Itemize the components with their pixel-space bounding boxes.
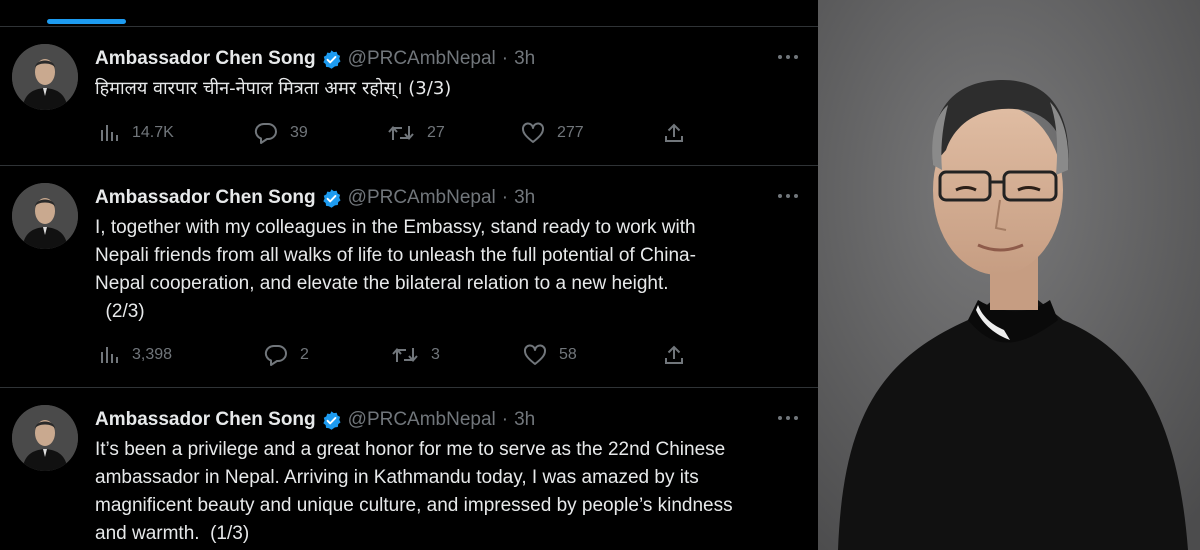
tweet[interactable]: Ambassador Chen Song @PRCAmbNepal · 3h ह… xyxy=(0,27,818,166)
share-upload-icon xyxy=(665,123,683,142)
tweet-text-line: Nepal cooperation, and elevate the bilat… xyxy=(95,273,669,294)
retweet-count: 27 xyxy=(427,124,445,141)
more-dots-icon[interactable] xyxy=(775,186,801,206)
speech-bubble-icon xyxy=(254,122,277,144)
bar-chart-icon xyxy=(101,125,118,141)
tweet-text: It’s been a privilege and a great honor … xyxy=(95,436,800,548)
retweet-arrows-icon xyxy=(392,347,418,363)
reply-button[interactable]: 39 xyxy=(254,122,308,144)
views-count: 3,398 xyxy=(132,346,173,363)
like-count: 58 xyxy=(559,346,577,363)
tweet-text-line: I, together with my colleagues in the Em… xyxy=(95,217,696,238)
more-dots-icon[interactable] xyxy=(775,408,801,428)
tweet-header: Ambassador Chen Song @PRCAmbNepal · 3h xyxy=(95,408,535,432)
author-handle[interactable]: @PRCAmbNepal xyxy=(348,187,496,209)
tab-bar xyxy=(0,0,818,27)
avatar[interactable] xyxy=(12,405,78,471)
more-dots-icon[interactable] xyxy=(775,47,801,67)
heart-icon xyxy=(522,122,544,143)
share-upload-icon xyxy=(665,345,683,364)
tweet-text-line: and warmth. (1/3) xyxy=(95,523,250,544)
like-button[interactable]: 58 xyxy=(523,344,577,366)
separator-dot: · xyxy=(501,409,509,430)
active-tab-indicator[interactable] xyxy=(47,19,126,24)
views-button[interactable]: 3,398 xyxy=(98,344,172,366)
like-count: 277 xyxy=(557,124,584,141)
tweet-text-line: magnificent beauty and unique culture, a… xyxy=(95,495,733,516)
author-name[interactable]: Ambassador Chen Song xyxy=(95,48,316,70)
author-handle[interactable]: @PRCAmbNepal xyxy=(348,48,496,70)
verified-badge-icon xyxy=(321,49,342,70)
timestamp[interactable]: 3h xyxy=(514,187,535,209)
tweet-actions: 3,398 2 3 58 xyxy=(95,344,695,368)
retweet-arrows-icon xyxy=(388,125,414,141)
tweet[interactable]: Ambassador Chen Song @PRCAmbNepal · 3h I… xyxy=(0,166,818,388)
tweet-text: हिमालय वारपार चीन-नेपाल मित्रता अमर रहोस… xyxy=(95,75,800,103)
tweet-text-line: (2/3) xyxy=(95,301,145,322)
separator-dot: · xyxy=(501,187,509,208)
tweet[interactable]: Ambassador Chen Song @PRCAmbNepal · 3h I… xyxy=(0,388,818,550)
tweet-text-line: ambassador in Nepal. Arriving in Kathman… xyxy=(95,467,699,488)
verified-badge-icon xyxy=(321,410,342,431)
twitter-feed: Ambassador Chen Song @PRCAmbNepal · 3h ह… xyxy=(0,0,818,550)
speech-bubble-icon xyxy=(264,344,287,366)
author-name[interactable]: Ambassador Chen Song xyxy=(95,409,316,431)
tweet-header: Ambassador Chen Song @PRCAmbNepal · 3h xyxy=(95,186,535,210)
heart-icon xyxy=(524,344,546,365)
views-count: 14.7K xyxy=(132,124,174,141)
avatar[interactable] xyxy=(12,44,78,110)
share-button[interactable] xyxy=(663,122,685,144)
author-handle[interactable]: @PRCAmbNepal xyxy=(348,409,496,431)
separator-dot: · xyxy=(501,48,509,69)
retweet-button[interactable]: 3 xyxy=(391,344,440,366)
reply-button[interactable]: 2 xyxy=(264,344,309,366)
tweet-actions: 14.7K 39 27 277 xyxy=(95,122,695,146)
tweet-text: I, together with my colleagues in the Em… xyxy=(95,214,800,326)
avatar[interactable] xyxy=(12,183,78,249)
reply-count: 39 xyxy=(290,124,308,141)
reply-count: 2 xyxy=(300,346,309,363)
verified-badge-icon xyxy=(321,188,342,209)
timestamp[interactable]: 3h xyxy=(514,409,535,431)
share-button[interactable] xyxy=(663,344,685,366)
portrait-photo xyxy=(818,0,1200,550)
retweet-count: 3 xyxy=(431,346,440,363)
author-name[interactable]: Ambassador Chen Song xyxy=(95,187,316,209)
like-button[interactable]: 277 xyxy=(521,122,584,144)
tweet-header: Ambassador Chen Song @PRCAmbNepal · 3h xyxy=(95,47,535,71)
tweet-text-line: Nepali friends from all walks of life to… xyxy=(95,245,696,266)
bar-chart-icon xyxy=(101,347,118,363)
retweet-button[interactable]: 27 xyxy=(387,122,445,144)
tweet-text-line: हिमालय वारपार चीन-नेपाल मित्रता अमर रहोस… xyxy=(95,78,452,99)
timestamp[interactable]: 3h xyxy=(514,48,535,70)
views-button[interactable]: 14.7K xyxy=(98,122,174,144)
tweet-text-line: It’s been a privilege and a great honor … xyxy=(95,439,726,460)
